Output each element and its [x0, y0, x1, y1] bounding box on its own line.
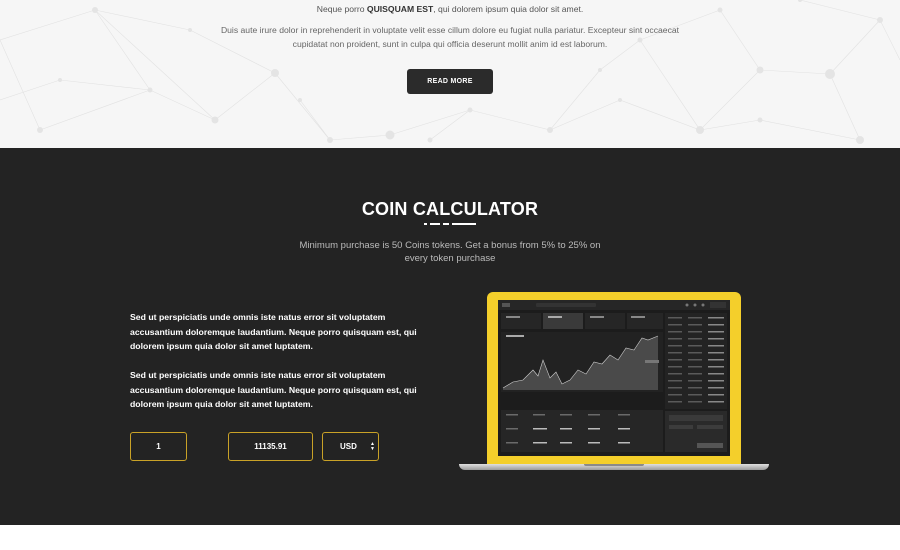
intro-section: Neque porro QUISQUAM EST, qui dolorem ip…	[0, 0, 900, 148]
tagline-prefix: Neque porro	[316, 4, 367, 14]
bottom-strip	[0, 525, 900, 550]
laptop-notch	[584, 464, 644, 466]
read-more-button[interactable]: READ MORE	[407, 69, 493, 94]
dashboard-illustration	[498, 300, 730, 452]
coin-calculator-section: COIN CALCULATOR Minimum purchase is 50 C…	[0, 148, 900, 525]
calculator-description-1: Sed ut perspiciatis unde omnis iste natu…	[130, 312, 417, 351]
laptop-mockup	[459, 292, 769, 472]
tagline-bold: QUISQUAM EST	[366, 4, 434, 14]
title-divider	[424, 223, 476, 225]
tagline-suffix: , qui dolorem ipsum quia dolor sit amet.	[433, 4, 584, 14]
currency-select[interactable]: USD ▲ ▼	[322, 432, 379, 461]
coin-quantity-value: 1	[156, 442, 161, 451]
trading-dashboard-screen	[498, 300, 730, 456]
calculator-description-2: Sed ut perspiciatis unde omnis iste natu…	[130, 370, 417, 409]
converted-amount-field[interactable]: 11135.91	[228, 432, 313, 461]
intro-paragraph: Duis aute irure dolor in reprehenderit i…	[220, 25, 680, 49]
laptop-lid	[487, 292, 741, 464]
calculator-subtitle: Minimum purchase is 50 Coins tokens. Get…	[299, 240, 601, 264]
select-arrows-icon: ▲ ▼	[370, 441, 375, 452]
intro-tagline: Neque porro QUISQUAM EST, qui dolorem ip…	[0, 4, 900, 14]
converted-amount-value: 11135.91	[254, 442, 287, 451]
calculator-title: COIN CALCULATOR	[361, 199, 539, 219]
currency-selected-value: USD	[340, 442, 357, 451]
coin-quantity-input[interactable]: 1	[130, 432, 187, 461]
